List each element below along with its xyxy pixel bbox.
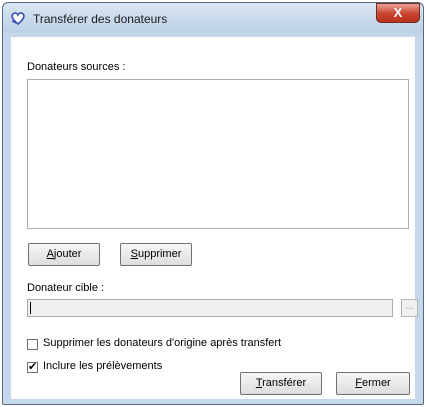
close-mnemonic: F <box>355 377 362 389</box>
include-withdrawals-checkbox[interactable]: ✔ <box>27 361 38 373</box>
transfer-button[interactable]: Transférer <box>240 372 322 395</box>
target-label: Donateur cible : <box>27 282 105 294</box>
delete-original-label[interactable]: Supprimer les donateurs d'origine après … <box>43 337 281 349</box>
target-donor-field[interactable] <box>27 299 393 317</box>
sources-listbox[interactable] <box>27 79 409 229</box>
transfer-label: ransférer <box>262 377 307 389</box>
close-label: ermer <box>362 377 391 389</box>
add-label: jouter <box>53 248 82 260</box>
close-icon: X <box>393 5 403 20</box>
close-button[interactable]: Fermer <box>336 372 410 395</box>
browse-button[interactable]: ... <box>401 299 418 317</box>
delete-original-checkbox[interactable] <box>27 339 38 350</box>
checkmark-icon: ✔ <box>28 361 38 373</box>
title-bar[interactable]: Transférer des donateurs X <box>3 3 423 33</box>
heart-hands-icon <box>11 12 25 26</box>
close-window-button[interactable]: X <box>376 3 420 23</box>
add-mnemonic: A <box>46 248 54 260</box>
delete-button[interactable]: Supprimer <box>120 243 192 266</box>
text-caret <box>30 302 31 314</box>
window-title: Transférer des donateurs <box>33 12 168 26</box>
dialog-content: Donateurs sources : Ajouter Supprimer Do… <box>11 37 418 399</box>
sources-label: Donateurs sources : <box>27 61 126 73</box>
delete-label: upprimer <box>137 248 182 260</box>
dialog-window: Transférer des donateurs X Donateurs sou… <box>2 2 424 405</box>
add-button[interactable]: Ajouter <box>28 243 100 266</box>
delete-mnemonic: S <box>130 248 138 260</box>
include-withdrawals-label[interactable]: Inclure les prélèvements <box>43 360 162 372</box>
